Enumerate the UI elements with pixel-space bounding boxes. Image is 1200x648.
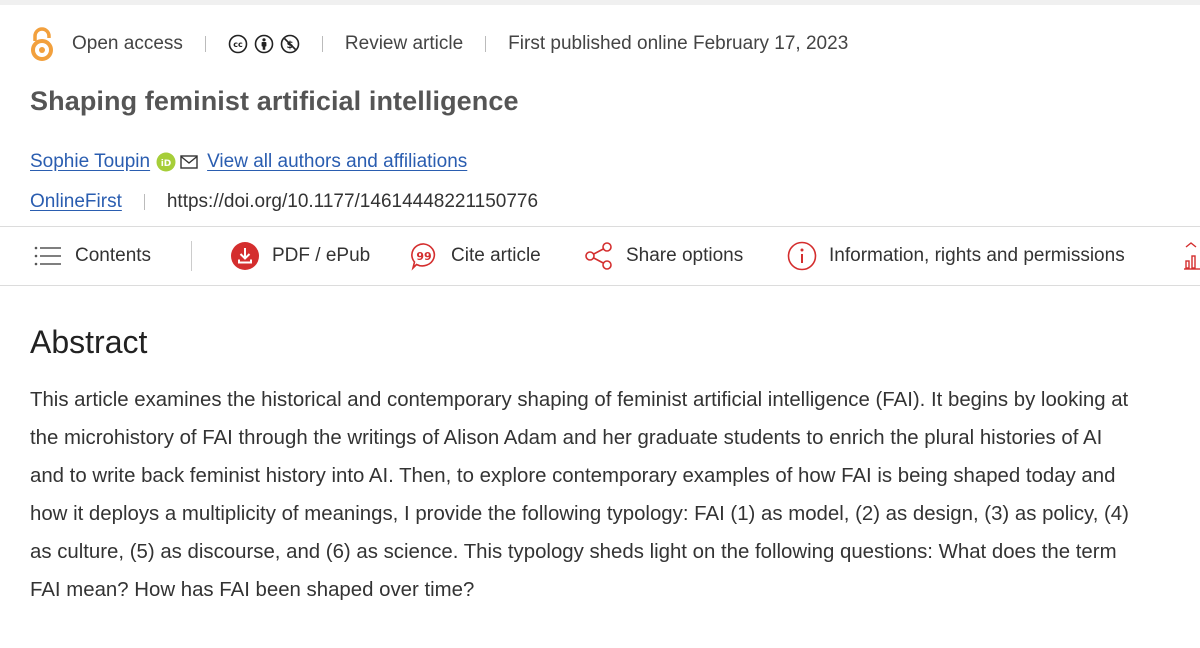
information-rights-button[interactable]: Information, rights and permissions — [787, 227, 1125, 285]
meta-divider — [204, 36, 206, 52]
open-access-label: Open access — [72, 33, 183, 54]
authors-row: Sophie Toupin iD View all authors and af… — [30, 148, 467, 176]
doi-row: OnlineFirst https://doi.org/10.1177/1461… — [30, 188, 538, 216]
download-icon — [231, 242, 259, 270]
orcid-icon[interactable]: iD — [156, 152, 176, 172]
publication-date: First published online February 17, 2023 — [508, 33, 849, 54]
noncommercial-icon: $ — [280, 34, 300, 54]
article-toolbar: Contents PDF / ePub 99 Cite article Shar… — [0, 226, 1200, 286]
svg-text:99: 99 — [416, 250, 431, 263]
info-label: Information, rights and permissions — [829, 245, 1125, 266]
article-type: Review article — [344, 33, 464, 54]
license-icons[interactable]: cc $ — [228, 34, 300, 54]
pdf-button[interactable]: PDF / ePub — [230, 227, 370, 285]
pdf-label: PDF / ePub — [272, 245, 371, 266]
info-icon — [787, 241, 817, 271]
article-meta-row: Open access cc $ Review article First pu… — [30, 26, 848, 62]
contents-label: Contents — [75, 245, 152, 266]
author-link[interactable]: Sophie Toupin — [30, 151, 150, 173]
share-options-button[interactable]: Share options — [584, 227, 743, 285]
view-all-authors-link[interactable]: View all authors and affiliations — [207, 151, 467, 173]
cc-icon: cc — [228, 34, 248, 54]
attribution-icon — [254, 34, 274, 54]
email-icon[interactable] — [180, 155, 198, 169]
abstract-text: This article examines the historical and… — [30, 389, 1129, 601]
article-title: Shaping feminist artificial intelligence — [30, 86, 519, 116]
doi-divider — [143, 194, 145, 210]
cite-article-button[interactable]: 99 Cite article — [409, 227, 541, 285]
share-label: Share options — [626, 245, 744, 266]
meta-divider — [485, 36, 487, 52]
open-access-icon — [30, 26, 58, 62]
cite-label: Cite article — [451, 245, 541, 266]
svg-text:iD: iD — [161, 159, 172, 169]
meta-divider — [321, 36, 323, 52]
metrics-button[interactable] — [1182, 227, 1200, 285]
abstract-heading: Abstract — [30, 324, 148, 360]
quote-icon: 99 — [411, 243, 436, 271]
toolbar-divider — [191, 241, 192, 271]
doi-link[interactable]: https://doi.org/10.1177/1461444822115077… — [167, 191, 538, 213]
share-icon — [585, 242, 612, 270]
onlinefirst-link[interactable]: OnlineFirst — [30, 191, 122, 213]
contents-button[interactable]: Contents — [33, 227, 151, 285]
list-icon — [34, 246, 61, 266]
svg-text:cc: cc — [233, 40, 243, 49]
bar-chart-icon — [1184, 242, 1200, 270]
top-strip — [0, 0, 1200, 5]
